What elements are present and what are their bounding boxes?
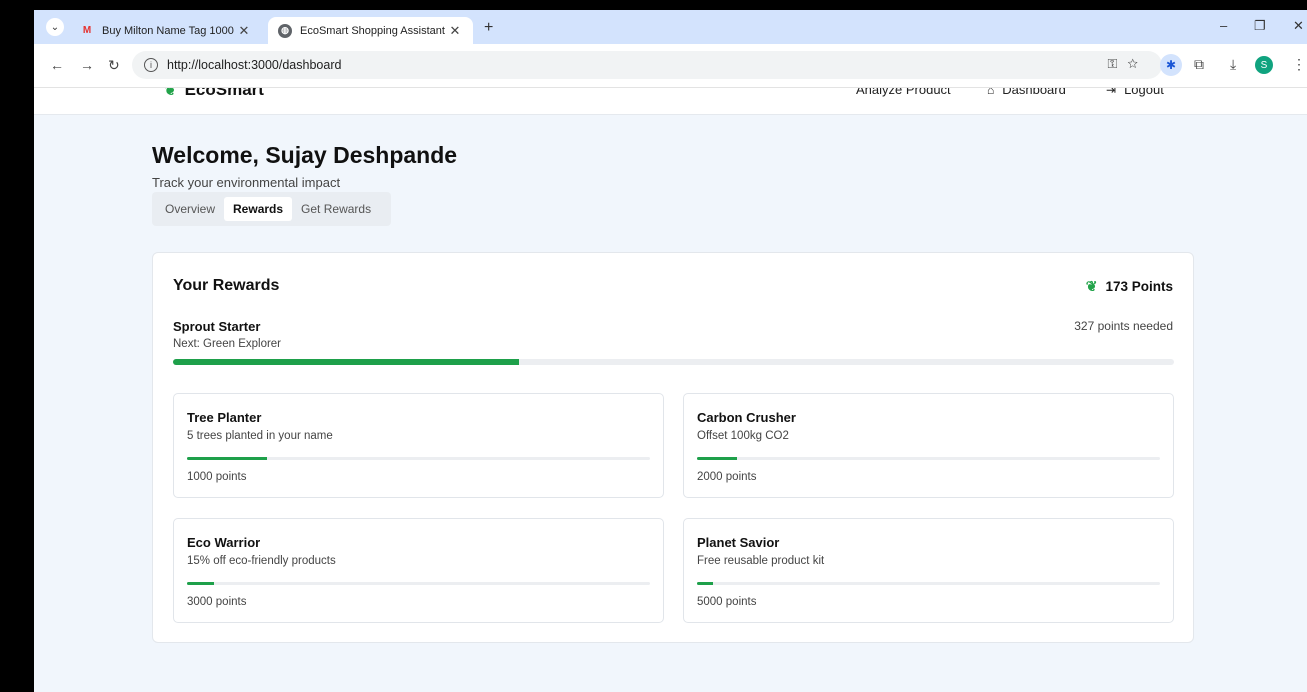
url-text[interactable]: http://localhost:3000/dashboard (167, 58, 341, 72)
reward-progress-fill (187, 582, 214, 585)
menu-kebab-icon[interactable]: ⋮ (1292, 56, 1306, 73)
reward-description: Free reusable product kit (697, 555, 825, 567)
reload-icon[interactable]: ↻ (108, 57, 120, 74)
reward-description: 15% off eco-friendly products (187, 555, 336, 567)
tab-get-rewards[interactable]: Get Rewards (292, 197, 380, 221)
forward-arrow-icon[interactable]: → (80, 57, 94, 73)
reward-name: Eco Warrior (187, 535, 261, 550)
reward-points: 2000 points (697, 471, 757, 483)
reward-progress-bar (187, 582, 650, 585)
reward-card-tree-planter[interactable]: Tree Planter 5 trees planted in your nam… (173, 393, 664, 498)
minimize-icon[interactable]: – (1220, 18, 1227, 33)
level-progress-bar (173, 359, 1174, 365)
level-progress-fill (173, 359, 520, 365)
address-bar[interactable]: i http://localhost:3000/dashboard ⚿☆ (132, 51, 1162, 79)
tab-overview[interactable]: Overview (156, 197, 224, 221)
brand-name: EcoSmart (184, 88, 264, 99)
browser-window: ⌄ M Buy Milton Name Tag 1000 BPA ✕ ◍ Eco… (34, 10, 1307, 692)
leaf-icon: ❦ (1085, 278, 1098, 294)
reward-progress-fill (697, 582, 714, 585)
tab-strip: ⌄ M Buy Milton Name Tag 1000 BPA ✕ ◍ Eco… (34, 10, 1307, 44)
brand-logo[interactable]: ❦ EcoSmart (164, 88, 264, 100)
reward-card-carbon-crusher[interactable]: Carbon Crusher Offset 100kg CO2 2000 poi… (683, 393, 1174, 498)
page-subtitle: Track your environmental impact (152, 175, 341, 190)
profile-avatar[interactable]: S (1255, 56, 1273, 74)
reward-points: 1000 points (187, 471, 247, 483)
app-header: ❦ EcoSmart Analyze Product ⌂ Dashboard ⇥… (34, 88, 1307, 115)
current-level: Sprout Starter (173, 319, 261, 334)
points-badge: ❦ 173 Points (1086, 278, 1173, 295)
points-needed: 327 points needed (1074, 319, 1173, 333)
browser-tab-ecosmart[interactable]: ◍ EcoSmart Shopping Assistant ✕ (268, 17, 473, 44)
browser-tab-milton[interactable]: M Buy Milton Name Tag 1000 BPA ✕ (72, 17, 262, 44)
bookmark-star-icon[interactable]: ☆ (1127, 56, 1148, 71)
user-icon: ⌂ (987, 88, 995, 97)
close-tab-icon[interactable]: ✕ (236, 23, 252, 39)
globe-favicon-icon: ◍ (278, 23, 292, 38)
nav-analyze-product[interactable]: Analyze Product (856, 88, 951, 97)
reward-name: Carbon Crusher (697, 410, 796, 425)
reward-progress-fill (697, 457, 738, 460)
extensions-icon[interactable]: ⧉ (1194, 56, 1204, 73)
leaf-icon: ❦ (164, 88, 177, 99)
reward-points: 3000 points (187, 596, 247, 608)
nav-label: Analyze Product (856, 88, 951, 97)
reward-name: Planet Savior (697, 535, 780, 550)
reward-progress-fill (187, 457, 268, 460)
tab-label: Buy Milton Name Tag 1000 BPA (102, 24, 236, 37)
close-tab-icon[interactable]: ✕ (447, 23, 463, 39)
nav-dashboard[interactable]: ⌂ Dashboard (987, 88, 1066, 97)
nav-logout[interactable]: ⇥ Logout (1106, 88, 1164, 97)
nav-label: Dashboard (1002, 88, 1066, 97)
tab-search-icon[interactable]: ⌄ (46, 18, 64, 36)
dashboard-tabs: Overview Rewards Get Rewards (152, 192, 391, 226)
reward-progress-bar (187, 457, 650, 460)
reward-progress-bar (697, 582, 1160, 585)
back-arrow-icon[interactable]: ← (50, 57, 64, 73)
tab-label: EcoSmart Shopping Assistant (300, 24, 445, 37)
reward-progress-bar (697, 457, 1160, 460)
key-icon[interactable]: ⚿ (1107, 56, 1127, 71)
omnibox-actions: ⚿☆ (1107, 56, 1148, 72)
reward-description: 5 trees planted in your name (187, 430, 333, 442)
rewards-card: Your Rewards ❦ 173 Points Sprout Starter… (152, 252, 1194, 643)
download-icon[interactable]: ⤓ (1230, 56, 1236, 73)
reward-description: Offset 100kg CO2 (697, 430, 789, 442)
new-tab-button[interactable]: + (484, 19, 493, 37)
close-window-icon[interactable]: ✕ (1293, 18, 1304, 34)
myntra-favicon-icon: M (82, 25, 92, 36)
extension-puzzle-icon[interactable]: ✱ (1160, 54, 1182, 76)
reward-card-eco-warrior[interactable]: Eco Warrior 15% off eco-friendly product… (173, 518, 664, 623)
restore-icon[interactable]: ❐ (1254, 18, 1266, 34)
reward-points: 5000 points (697, 596, 757, 608)
rewards-title: Your Rewards (173, 277, 280, 294)
points-label: 173 Points (1105, 279, 1173, 294)
browser-toolbar: ← → ↻ i http://localhost:3000/dashboard … (34, 44, 1307, 88)
reward-card-planet-savior[interactable]: Planet Savior Free reusable product kit … (683, 518, 1174, 623)
site-info-icon[interactable]: i (144, 58, 158, 72)
next-level: Next: Green Explorer (173, 338, 282, 350)
logout-icon: ⇥ (1106, 88, 1117, 97)
nav-label: Logout (1124, 88, 1164, 97)
page-title: Welcome, Sujay Deshpande (152, 142, 458, 168)
reward-name: Tree Planter (187, 410, 262, 425)
tab-rewards[interactable]: Rewards (224, 197, 293, 221)
